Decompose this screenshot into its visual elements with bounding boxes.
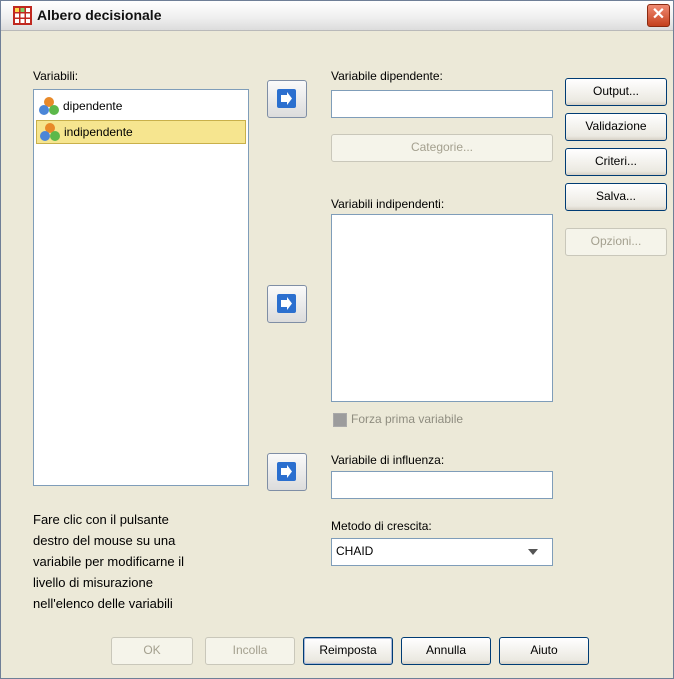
output-button[interactable]: Output... <box>565 78 667 106</box>
save-button[interactable]: Salva... <box>565 183 667 211</box>
independent-variables-listbox[interactable] <box>331 214 553 402</box>
decision-tree-app-icon <box>13 6 32 25</box>
growth-method-label: Metodo di crescita: <box>331 519 432 533</box>
force-first-variable-checkbox[interactable] <box>333 413 347 427</box>
move-to-dependent-button[interactable] <box>267 80 307 118</box>
criteria-button[interactable]: Criteri... <box>565 148 667 176</box>
variable-label: indipendente <box>64 125 133 139</box>
help-line: variabile per modificarne il <box>33 554 185 569</box>
variables-label: Variabili: <box>33 69 79 83</box>
categories-button[interactable]: Categorie... <box>331 134 553 162</box>
nominal-variable-icon <box>39 97 59 115</box>
reset-button[interactable]: Reimposta <box>303 637 393 665</box>
chevron-down-icon[interactable] <box>528 549 538 555</box>
influence-variable-field[interactable] <box>331 471 553 499</box>
dependent-label: Variabile dipendente: <box>331 69 443 83</box>
variable-label: dipendente <box>63 99 123 113</box>
help-line: livello di misurazione <box>33 575 153 590</box>
validation-button[interactable]: Validazione <box>565 113 667 141</box>
influence-label: Variabile di influenza: <box>331 453 445 467</box>
help-line: nell'elenco delle variabili <box>33 596 173 611</box>
growth-method-value: CHAID <box>336 544 374 558</box>
force-first-label: Forza prima variabile <box>351 412 464 426</box>
arrow-right-icon <box>277 89 296 108</box>
help-line: Fare clic con il pulsante <box>33 512 169 527</box>
independent-label: Variabili indipendenti: <box>331 197 445 211</box>
growth-method-select[interactable]: CHAID <box>331 538 553 566</box>
close-icon: ✕ <box>651 6 666 23</box>
move-to-influence-button[interactable] <box>267 453 307 491</box>
paste-button[interactable]: Incolla <box>205 637 295 665</box>
title-bar[interactable]: Albero decisionale ✕ <box>1 1 673 31</box>
variables-listbox[interactable]: dipendente indipendente <box>33 89 249 486</box>
list-item-dipendente[interactable]: dipendente <box>36 95 246 117</box>
list-item-indipendente[interactable]: indipendente <box>36 120 246 144</box>
cancel-button[interactable]: Annulla <box>401 637 491 665</box>
close-button[interactable]: ✕ <box>647 4 670 27</box>
nominal-variable-icon <box>40 123 60 141</box>
window-title: Albero decisionale <box>37 7 162 23</box>
arrow-right-icon <box>277 462 296 481</box>
move-to-independent-button[interactable] <box>267 285 307 323</box>
options-button[interactable]: Opzioni... <box>565 228 667 256</box>
dependent-variable-field[interactable] <box>331 90 553 118</box>
ok-button[interactable]: OK <box>111 637 193 665</box>
arrow-right-icon <box>277 294 296 313</box>
decision-tree-dialog: Albero decisionale ✕ Variabili: dipenden… <box>0 0 674 679</box>
help-button[interactable]: Aiuto <box>499 637 589 665</box>
help-line: destro del mouse su una <box>33 533 176 548</box>
help-text: Fare clic con il pulsante destro del mou… <box>33 509 263 614</box>
